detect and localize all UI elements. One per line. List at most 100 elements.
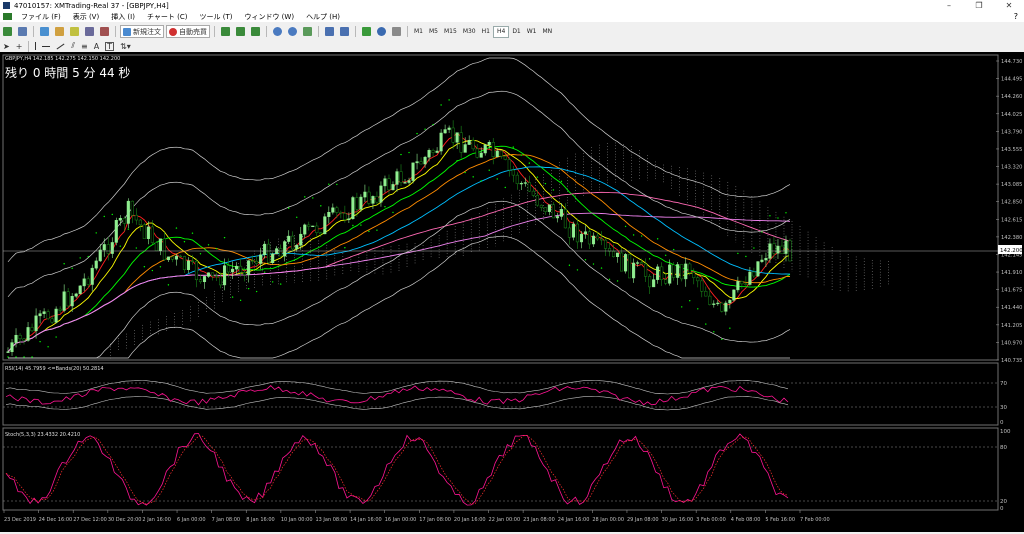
timeframe-h1[interactable]: H1	[479, 27, 493, 37]
toolbar-separator	[266, 26, 267, 37]
menu-insert[interactable]: 挿入 (I)	[105, 12, 141, 22]
tile-windows-icon	[303, 27, 312, 36]
sar-dot	[143, 266, 146, 268]
horizontal-line-tool[interactable]	[40, 41, 52, 52]
timeframe-d1[interactable]: D1	[509, 27, 523, 37]
timeframe-m15[interactable]: M15	[441, 27, 460, 37]
arrows-icon: ⇅▾	[120, 41, 131, 51]
candle-body	[704, 291, 708, 297]
sar-dot	[167, 284, 170, 286]
vertical-line-tool[interactable]	[33, 41, 38, 52]
text-label-tool[interactable]: T	[103, 41, 116, 52]
sar-dot	[199, 253, 202, 255]
candle-body	[640, 262, 644, 265]
candle-body	[535, 195, 539, 206]
date-tick-label: 30 Jan 16:00	[662, 517, 694, 523]
candle-body	[255, 260, 259, 264]
close-button[interactable]: ✕	[994, 0, 1024, 11]
sar-dot	[215, 247, 218, 250]
restore-button[interactable]: ❐	[964, 0, 994, 11]
candle-body	[263, 243, 267, 256]
chart-canvas[interactable]: GBPJPY,H4 142.185 142.275 142.150 142.20…	[0, 52, 1024, 532]
date-tick-label: 16 Jan 00:00	[385, 517, 417, 523]
periods-button[interactable]	[375, 26, 388, 37]
rsi-level-0: 0	[1000, 420, 1004, 426]
sar-dot	[15, 356, 17, 358]
indicators-button[interactable]	[360, 26, 373, 37]
market-watch-button[interactable]	[38, 26, 51, 37]
candle-body	[114, 220, 118, 243]
navigator-button[interactable]	[68, 26, 81, 37]
bar-chart-button[interactable]	[219, 26, 232, 37]
help-search-icon[interactable]: ?	[1014, 12, 1018, 21]
line-chart-icon	[251, 27, 260, 36]
candle-body	[475, 148, 479, 158]
timeframe-w1[interactable]: W1	[524, 27, 540, 37]
menu-window[interactable]: ウィンドウ (W)	[238, 12, 300, 22]
zoom-in-button[interactable]	[271, 26, 284, 37]
text-tool[interactable]: A	[92, 41, 101, 52]
candle-body	[251, 260, 255, 262]
auto-scroll-button[interactable]	[338, 26, 351, 37]
sar-dot	[488, 169, 490, 171]
candle-body	[752, 271, 756, 277]
candle-body	[455, 132, 459, 143]
date-tick-label: 24 Jan 16:00	[558, 517, 590, 523]
channel-tool[interactable]: ⫽	[69, 41, 77, 52]
date-tick-label: 6 Jan 00:00	[177, 517, 205, 523]
cursor-tool[interactable]: ➤	[1, 41, 12, 52]
data-window-button[interactable]	[53, 26, 66, 37]
candle-body	[760, 259, 764, 262]
chart-shift-button[interactable]	[323, 26, 336, 37]
sar-dot	[592, 263, 595, 265]
profiles-button[interactable]	[16, 26, 29, 37]
price-tick-label: 143.555	[1001, 147, 1022, 153]
candle-body	[243, 272, 247, 276]
candle-body	[46, 311, 50, 320]
menu-help[interactable]: ヘルプ (H)	[300, 12, 346, 22]
crosshair-tool[interactable]: +	[14, 41, 25, 52]
sar-dot	[296, 216, 298, 218]
candle-body	[443, 129, 447, 134]
templates-button[interactable]	[390, 26, 403, 37]
timeframe-h4[interactable]: H4	[492, 25, 510, 38]
menu-view[interactable]: 表示 (V)	[67, 12, 105, 22]
new-order-button[interactable]: 新規注文	[120, 25, 164, 38]
menu-file[interactable]: ファイル (F)	[15, 12, 67, 22]
terminal-button[interactable]	[83, 26, 96, 37]
autotrade-label: 自動売買	[179, 27, 207, 36]
candle-body	[142, 224, 146, 239]
timeframe-m5[interactable]: M5	[426, 27, 441, 37]
timeframe-m1[interactable]: M1	[411, 27, 426, 37]
menu-charts[interactable]: チャート (C)	[141, 12, 194, 22]
timeframe-m30[interactable]: M30	[460, 27, 479, 37]
trendline-tool[interactable]	[54, 41, 67, 52]
menu-tools[interactable]: ツール (T)	[193, 12, 238, 22]
tile-windows-button[interactable]	[301, 26, 314, 37]
new-order-label: 新規注文	[133, 27, 161, 36]
toolbar-separator	[214, 26, 215, 37]
candle-body	[620, 252, 624, 272]
candle-body	[223, 265, 227, 286]
sar-dot	[151, 269, 154, 272]
strategy-tester-button[interactable]	[98, 26, 111, 37]
candle-body	[736, 281, 740, 291]
candlestick-button[interactable]	[234, 26, 247, 37]
fibonacci-tool[interactable]: ≡	[79, 41, 90, 52]
minimize-button[interactable]: –	[934, 0, 964, 11]
zoom-out-icon	[288, 27, 297, 36]
sar-dot	[119, 245, 121, 247]
sar-dot	[624, 225, 627, 228]
chart-window[interactable]: GBPJPY,H4 142.185 142.275 142.150 142.20…	[0, 52, 1024, 532]
new-chart-button[interactable]	[1, 26, 14, 37]
zoom-out-button[interactable]	[286, 26, 299, 37]
cursor-icon: ➤	[3, 41, 10, 51]
timeframe-mn[interactable]: MN	[540, 27, 556, 37]
autotrade-button[interactable]: 自動売買	[166, 25, 210, 38]
sar-dot	[552, 189, 555, 191]
line-chart-button[interactable]	[249, 26, 262, 37]
arrows-tool[interactable]: ⇅▾	[118, 41, 133, 52]
sar-dot	[504, 186, 506, 189]
candle-body	[720, 302, 724, 312]
bar-chart-icon	[221, 27, 230, 36]
